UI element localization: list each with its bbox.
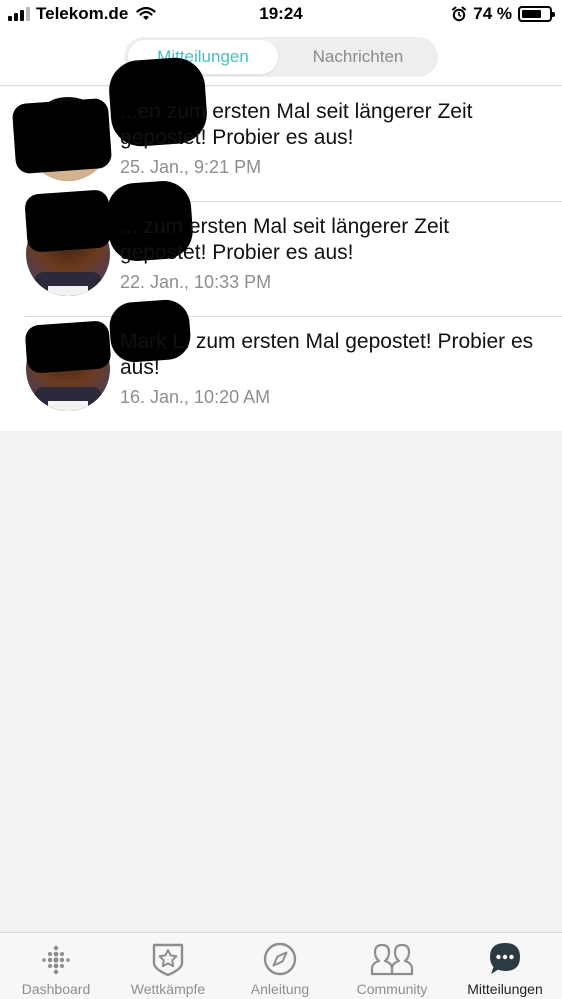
dots-grid-icon — [42, 945, 70, 975]
tab-bar: Dashboard Wettkämpfe Anleitung Community… — [0, 932, 562, 999]
alarm-clock-icon — [452, 6, 467, 22]
redaction-mark — [24, 189, 112, 253]
tab-label: Community — [356, 981, 428, 997]
compass-icon — [263, 942, 297, 976]
tab-community[interactable]: Community — [336, 933, 448, 999]
header: Telekom.de 19:24 74 % Mitteilungen Nachr… — [0, 0, 562, 86]
battery-percentage: 74 % — [473, 4, 512, 23]
list-item[interactable]: ...en zum ersten Mal seit längerer Zeit … — [0, 55, 562, 202]
battery-icon — [518, 6, 555, 22]
tab-label: Dashboard — [21, 981, 91, 997]
notification-list: ...en zum ersten Mal seit längerer Zeit … — [0, 55, 562, 432]
tab-wettkaempfe[interactable]: Wettkämpfe — [112, 933, 224, 999]
notification-message: Mark L. zum ersten Mal gepostet! Probier… — [120, 330, 534, 379]
chat-bubble-icon — [490, 943, 520, 974]
status-right: 74 % — [451, 4, 555, 24]
tab-label: Anleitung — [250, 981, 310, 997]
tab-label: Wettkämpfe — [130, 981, 206, 997]
list-item[interactable]: Mark L. zum ersten Mal gepostet! Probier… — [0, 298, 562, 432]
notification-message: ... zum ersten Mal seit längerer Zeit ge… — [120, 215, 450, 264]
list-item[interactable]: ... zum ersten Mal seit längerer Zeit ge… — [0, 179, 562, 317]
tab-dashboard[interactable]: Dashboard — [0, 933, 112, 999]
redaction-mark — [24, 320, 112, 374]
notification-time: 16. Jan., 10:20 AM — [120, 387, 271, 407]
tab-nachrichten-segment[interactable]: Nachrichten — [282, 40, 434, 74]
notification-time: 25. Jan., 9:21 PM — [120, 157, 262, 177]
people-icon — [370, 943, 414, 976]
notification-time: 22. Jan., 10:33 PM — [120, 272, 272, 292]
tab-anleitung[interactable]: Anleitung — [224, 933, 336, 999]
redaction-mark — [11, 97, 113, 175]
tab-label: Mitteilungen — [467, 981, 543, 997]
tab-mitteilungen[interactable]: Mitteilungen — [448, 933, 562, 999]
star-badge-icon — [152, 943, 184, 977]
battery-fill — [522, 10, 542, 18]
status-bar: Telekom.de 19:24 74 % — [0, 0, 562, 30]
notification-message: ...en zum ersten Mal seit längerer Zeit … — [120, 100, 473, 149]
